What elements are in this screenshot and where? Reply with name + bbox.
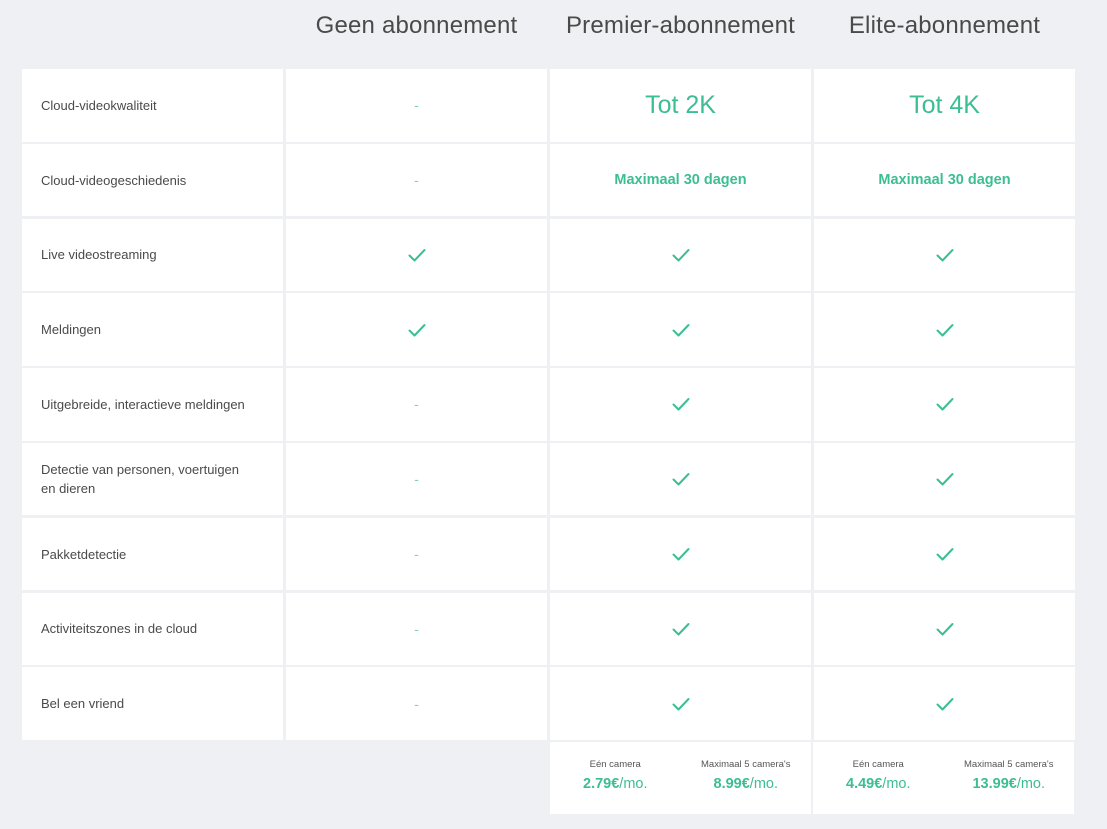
not-included-dash: - <box>414 695 419 712</box>
price-value: 13.99€/mo. <box>972 776 1045 792</box>
not-included-dash: - <box>414 172 419 189</box>
plan-header-geen: Geen abonnement <box>315 12 518 39</box>
feature-value-geen: - <box>286 69 547 142</box>
feature-label: Bel een vriend <box>22 667 283 740</box>
price-label: Eén camera <box>589 759 641 770</box>
feature-label: Uitgebreide, interactieve meldingen <box>22 368 283 441</box>
feature-value-text: Tot 2K <box>645 90 716 119</box>
plan-header-elite: Elite-abonnement <box>848 12 1041 39</box>
price-option-single-camera: Eén camera 2.79€/mo. <box>550 742 681 814</box>
feature-value-geen <box>286 293 547 366</box>
checkmark-icon <box>671 544 691 564</box>
price-option-five-cameras: Maximaal 5 camera's 8.99€/mo. <box>681 742 812 814</box>
feature-value-elite <box>814 442 1075 516</box>
feature-value-elite <box>814 517 1075 591</box>
checkmark-icon <box>407 320 427 340</box>
feature-value-elite: Tot 4K <box>814 69 1075 142</box>
price-amount: 4.49€ <box>846 776 883 792</box>
checkmark-icon <box>935 394 955 414</box>
checkmark-icon <box>935 320 955 340</box>
feature-label: Meldingen <box>22 293 283 366</box>
feature-label: Pakketdetectie <box>22 517 283 591</box>
price-value: 4.49€/mo. <box>846 776 911 792</box>
plan-header-premier: Premier-abonnement <box>565 12 796 39</box>
feature-value-premier <box>550 517 811 591</box>
price-label: Maximaal 5 camera's <box>964 759 1054 770</box>
checkmark-icon <box>671 469 691 489</box>
feature-value-premier <box>550 293 811 366</box>
checkmark-icon <box>935 619 955 639</box>
pricing-premier: Eén camera 2.79€/mo. Maximaal 5 camera's… <box>550 742 811 814</box>
feature-label: Activiteitszones in de cloud <box>22 592 283 666</box>
feature-label: Live videostreaming <box>22 218 283 292</box>
price-unit: /mo. <box>882 776 911 792</box>
price-unit: /mo. <box>749 776 778 792</box>
feature-value-geen: - <box>286 442 547 516</box>
feature-value-premier <box>550 667 811 740</box>
feature-value-geen: - <box>286 368 547 441</box>
feature-value-geen <box>286 218 547 292</box>
price-value: 8.99€/mo. <box>714 776 779 792</box>
checkmark-icon <box>935 469 955 489</box>
price-amount: 13.99€ <box>972 776 1017 792</box>
feature-value-text: Maximaal 30 dagen <box>878 172 1011 189</box>
feature-value-text: Maximaal 30 dagen <box>614 172 747 189</box>
price-amount: 2.79€ <box>583 776 620 792</box>
feature-value-geen: - <box>286 592 547 666</box>
feature-value-elite <box>814 592 1075 666</box>
checkmark-icon <box>671 619 691 639</box>
feature-value-geen: - <box>286 517 547 591</box>
feature-label: Cloud-videogeschiedenis <box>22 143 283 217</box>
price-option-five-cameras: Maximaal 5 camera's 13.99€/mo. <box>944 742 1075 814</box>
checkmark-icon <box>935 544 955 564</box>
feature-label: Cloud-videokwaliteit <box>22 69 283 142</box>
not-included-dash: - <box>414 396 419 413</box>
feature-value-geen: - <box>286 143 547 217</box>
feature-value-premier <box>550 592 811 666</box>
checkmark-icon <box>671 394 691 414</box>
checkmark-icon <box>407 245 427 265</box>
feature-value-elite <box>814 293 1075 366</box>
feature-value-premier <box>550 218 811 292</box>
feature-value-elite: Maximaal 30 dagen <box>814 143 1075 217</box>
price-value: 2.79€/mo. <box>583 776 648 792</box>
pricing-elite: Eén camera 4.49€/mo. Maximaal 5 camera's… <box>813 742 1074 814</box>
not-included-dash: - <box>414 471 419 488</box>
feature-value-premier: Maximaal 30 dagen <box>550 143 811 217</box>
feature-value-premier: Tot 2K <box>550 69 811 142</box>
feature-label: Detectie van personen, voertuigen en die… <box>22 442 283 516</box>
feature-value-elite <box>814 667 1075 740</box>
checkmark-icon <box>671 245 691 265</box>
feature-value-elite <box>814 218 1075 292</box>
not-included-dash: - <box>414 620 419 637</box>
checkmark-icon <box>671 320 691 340</box>
feature-value-premier <box>550 368 811 441</box>
price-unit: /mo. <box>1016 776 1046 792</box>
feature-value-elite <box>814 368 1075 441</box>
price-unit: /mo. <box>619 776 648 792</box>
not-included-dash: - <box>414 97 419 114</box>
checkmark-icon <box>671 694 691 714</box>
checkmark-icon <box>935 245 955 265</box>
feature-value-text: Tot 4K <box>909 90 980 119</box>
not-included-dash: - <box>414 546 419 563</box>
feature-value-premier <box>550 442 811 516</box>
price-amount: 8.99€ <box>713 776 750 792</box>
price-option-single-camera: Eén camera 4.49€/mo. <box>813 742 944 814</box>
price-label: Maximaal 5 camera's <box>701 759 791 770</box>
price-label: Eén camera <box>852 759 904 770</box>
feature-value-geen: - <box>286 667 547 740</box>
checkmark-icon <box>935 694 955 714</box>
comparison-table: Cloud-videokwaliteit - Tot 2K Tot 4K Cloud-v… <box>22 69 1075 740</box>
